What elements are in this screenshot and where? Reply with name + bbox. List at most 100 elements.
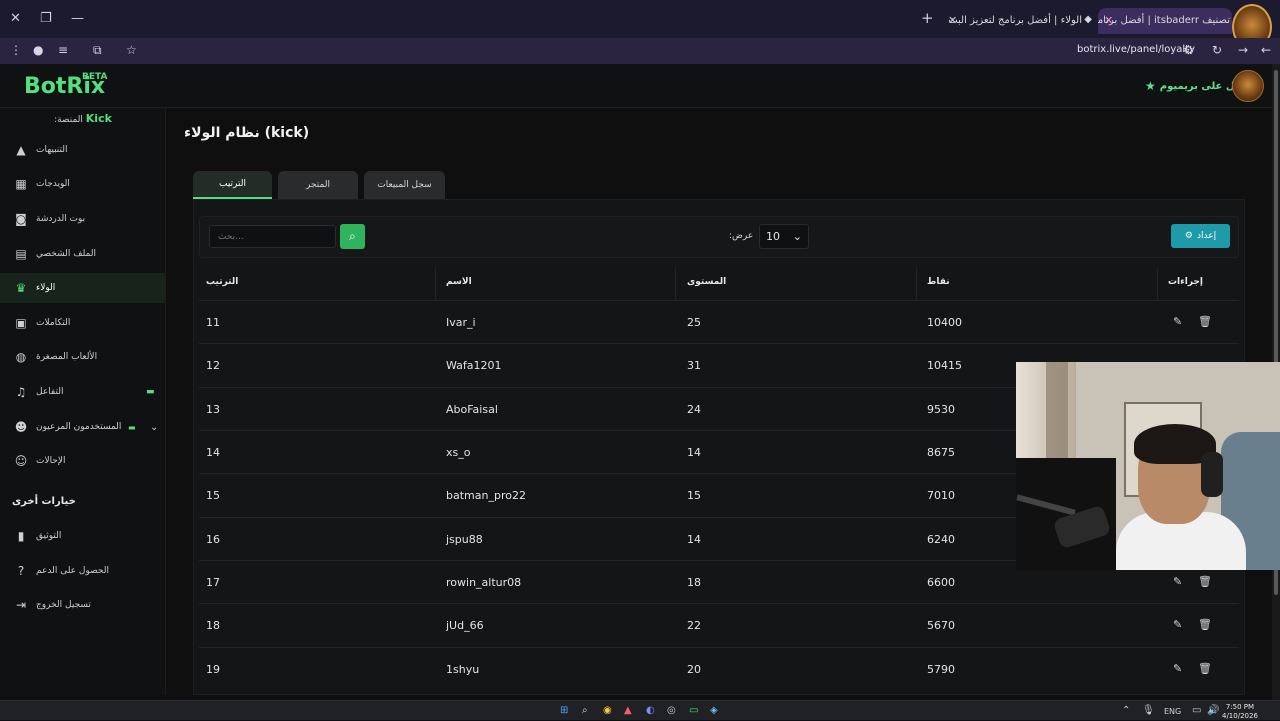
sidebar-item-referrals[interactable]: ☺ الإحالات [0, 446, 166, 476]
close-window-icon[interactable]: ✕ [10, 11, 21, 26]
sidebar-item-docs[interactable]: ▮ التوثيق [0, 521, 166, 551]
extensions-puzzle-icon[interactable]: ⧉ [93, 43, 102, 58]
delete-icon[interactable]: 🗑 [1198, 662, 1212, 675]
edit-icon[interactable]: ✎ [1173, 575, 1182, 588]
column-header-actions: إجراءات [1168, 277, 1203, 287]
column-divider [916, 267, 917, 301]
page-size-select[interactable]: 10 ⌄ [759, 224, 809, 249]
puzzle-icon: ▣ [15, 316, 27, 330]
delete-icon[interactable]: 🗑 [1198, 618, 1212, 631]
reload-icon[interactable]: ↻ [1212, 43, 1222, 57]
chevron-down-icon[interactable]: ⌄ [150, 422, 158, 433]
tray-chevron-up-icon[interactable]: ⌃ [1122, 705, 1130, 716]
edit-icon[interactable]: ✎ [1173, 662, 1182, 675]
webcam-overlay [1016, 362, 1280, 570]
edit-icon[interactable]: ✎ [1173, 618, 1182, 631]
language-indicator[interactable]: ENG [1164, 707, 1181, 716]
search-input[interactable] [209, 225, 336, 248]
chrome-icon[interactable]: ◉ [603, 705, 612, 716]
column-divider [435, 267, 436, 301]
tab-ranking-table[interactable]: الترتيب [193, 171, 272, 199]
extension-icon[interactable]: ● [33, 43, 43, 57]
delete-icon[interactable]: 🗑 [1198, 575, 1212, 588]
webcam-headset [1201, 452, 1223, 497]
forward-icon[interactable]: → [1238, 43, 1248, 57]
tab-loyalty[interactable]: ✕ الولاء | أفضل برنامج لتعزيز البث ◆ [944, 8, 1094, 34]
restore-window-icon[interactable]: ❐ [40, 11, 52, 26]
column-header-rank[interactable]: الترتيب [206, 277, 238, 287]
menu-dots-icon[interactable]: ⋮ [10, 43, 22, 57]
book-icon: ▮ [17, 529, 25, 543]
user-avatar[interactable] [1232, 70, 1264, 102]
kick-icon[interactable]: ▭ [689, 705, 698, 716]
system-clock[interactable]: 7:50 PM 4/10/2026 [1222, 703, 1258, 721]
sidebar-item-interaction[interactable]: ♫ التفاعل ▬ [0, 377, 166, 407]
sidebar-item-profile[interactable]: ▤ الملف الشخصي [0, 239, 166, 269]
site-settings-icon[interactable]: ⚙ [1183, 43, 1194, 57]
url-field[interactable]: botrix.live/panel/loyalty [1077, 44, 1195, 55]
new-tab-button[interactable]: + [921, 9, 934, 27]
sidebar-item-logout[interactable]: ⇥ تسجيل الخروج [0, 590, 166, 620]
robot-icon: ◙ [15, 212, 27, 226]
tab-ranking[interactable]: ✕ تصنيف itsbaderr | أفضل برنامج [1098, 8, 1232, 34]
app-icon[interactable]: ▲ [624, 705, 632, 716]
table-row: 18 jUd_66 22 5670 ✎ 🗑 [199, 603, 1239, 646]
delete-icon[interactable]: 🗑 [1198, 315, 1212, 328]
tab-sales-log[interactable]: سجل المبيعات [364, 171, 445, 199]
beta-badge: BETA [82, 72, 108, 82]
gamepad-icon: ◍ [15, 350, 27, 364]
sidebar-item-minigames[interactable]: ◍ الألعاب المصغرة [0, 342, 166, 372]
chevron-down-icon: ⌄ [792, 230, 802, 243]
trophy-icon: ♛ [15, 281, 27, 295]
column-header-points[interactable]: نقاط [927, 277, 950, 287]
back-icon[interactable]: ← [1261, 43, 1271, 57]
gears-icon: ⚙ [1184, 231, 1193, 241]
show-entries-label: :عرض [729, 231, 754, 241]
user-group-icon: ☺ [14, 454, 28, 468]
microphone-icon[interactable]: 🎙 [1142, 705, 1155, 716]
sidebar-item-chatbot[interactable]: ◙ بوت الدردشة [0, 204, 166, 234]
edit-icon[interactable]: ✎ [1173, 315, 1182, 328]
new-indicator-icon: ▬ [128, 422, 136, 432]
discord-icon[interactable]: ◐ [646, 705, 655, 716]
search-button[interactable]: ⌕ [340, 224, 365, 249]
new-indicator-icon: ▬ [146, 387, 155, 397]
minimize-window-icon[interactable]: — [71, 11, 84, 26]
setup-button[interactable]: ⚙ إعداد [1171, 224, 1230, 248]
search-icon: ⌕ [349, 229, 356, 243]
sidebar-item-loyalty[interactable]: ♛ الولاء [0, 273, 166, 303]
help-icon: ? [17, 564, 25, 578]
address-bar: ⋮ ● ≡ ⧉ ☆ botrix.live/panel/loyalty ⚙ ↻ … [0, 38, 1280, 64]
volume-icon[interactable]: 🔊 [1207, 705, 1219, 716]
sidebar-item-alerts[interactable]: ▲ التنبيهات [0, 135, 166, 165]
sidebar-item-support[interactable]: ? الحصول على الدعم [0, 556, 166, 586]
search-icon[interactable]: ⌕ [582, 705, 588, 716]
tab-store[interactable]: المتجر [278, 171, 358, 199]
steam-icon[interactable]: ◈ [710, 705, 718, 716]
other-options-heading: خيارات أخرى [12, 496, 76, 507]
widgets-icon: ▦ [15, 177, 27, 191]
column-header-level[interactable]: المستوى [687, 277, 726, 287]
table-row: 11 Ivar_i 25 10400 ✎ 🗑 [199, 300, 1239, 343]
network-icon[interactable]: ▭ [1192, 705, 1201, 716]
users-icon: ☻ [14, 420, 28, 434]
bookmark-star-icon[interactable]: ☆ [126, 43, 137, 57]
app-header: BotRix BETA احصل على بريميوم ★ [0, 64, 1272, 108]
obs-icon[interactable]: ◎ [667, 705, 676, 716]
id-card-icon: ▤ [15, 247, 27, 261]
column-header-name[interactable]: الاسم [446, 277, 472, 287]
browser-tab-strip: ✕ ❐ — + ✕ الولاء | أفضل برنامج لتعزيز ال… [0, 0, 1280, 50]
sidebar-item-sponsored-users[interactable]: ☻ المستخدمون المرعيون ▬ ⌄ [0, 412, 166, 442]
playlist-icon[interactable]: ≡ [58, 43, 68, 57]
webcam-curtain [1046, 362, 1068, 462]
logout-icon: ⇥ [15, 598, 27, 612]
sidebar-item-widgets[interactable]: ▦ الويدجات [0, 169, 166, 199]
music-icon: ♫ [15, 385, 27, 399]
platform-indicator: :المنصة Kick [54, 112, 112, 125]
os-taskbar: ⊞ ⌕ ◉ ▲ ◐ ◎ ▭ ◈ ⌃ 🎙 ENG ▭ 🔊 7:50 PM 4/10… [0, 700, 1280, 720]
column-divider [1157, 267, 1158, 301]
start-icon[interactable]: ⊞ [560, 705, 568, 716]
column-divider [675, 267, 676, 301]
warning-icon: ▲ [16, 143, 26, 157]
sidebar-item-integrations[interactable]: ▣ التكاملات [0, 308, 166, 338]
